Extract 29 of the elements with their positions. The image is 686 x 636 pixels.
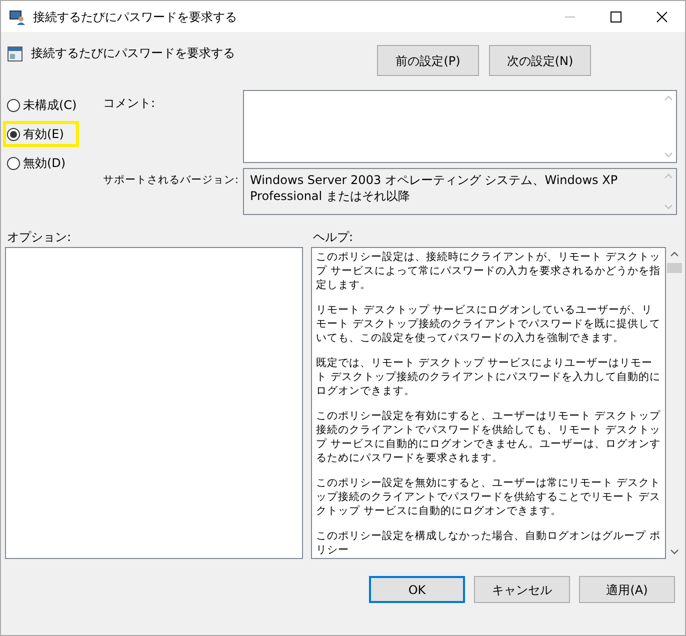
window-title: 接続するたびにパスワードを要求する [33,8,237,26]
help-paragraph: このポリシー設定を有効にすると、ユーザーはリモート デスクトップ接続のクライアントでパスワードを供給しても、リモート デスクトップ サービスに自動的にログオンできません。ユーザーは、ログオンするためにパスワードを要求されます。 [316,409,661,465]
radio-label[interactable]: 有効(E) [23,125,64,143]
policy-title: 接続するたびにパスワードを要求する [31,45,235,62]
supported-version-text: Windows Server 2003 オペレーティング システム、Windows XP Professional またはそれ以降 [249,172,619,205]
help-paragraph: リモート デスクトップ サービスにログオンしているユーザーが、リモート デスクトップ接続のクライアントでパスワードを既に提供していても、この設定を使ってパスワードの入力を強制できます。 [316,303,661,345]
policy-icon [7,46,23,62]
radio-button[interactable] [7,128,20,140]
radio-button[interactable] [7,98,20,112]
scroll-down-icon[interactable] [670,549,679,555]
nav-button[interactable]: 次の設定(N) [489,45,591,76]
dialog-button[interactable]: キャンセル [474,576,570,603]
comment-label: コメント: [103,95,156,112]
radio-label[interactable]: 未構成(C) [23,96,77,114]
options-label: オプション: [7,229,72,246]
radio-button[interactable] [7,156,20,170]
radio-label[interactable]: 無効(D) [23,154,66,172]
help-paragraph: このポリシー設定は、接続時にクライアントが、リモート デスクトップ サービスによって常にパスワードの入力を要求されるかどうかを指定します。 [316,250,661,292]
help-paragraph: このポリシー設定を構成しなかった場合、自動ログオンはグループ ポリシー [316,529,661,557]
scroll-thumb[interactable] [667,263,682,273]
nav-button[interactable]: 前の設定(P) [377,45,479,76]
help-label: ヘルプ: [313,229,354,246]
computer-user-icon [9,8,25,24]
supported-label: サポートされるバージョン: [103,173,239,188]
help-paragraph: 既定では、リモート デスクトップ サービスによりユーザーはリモート デスクトップ接続のクライアントにパスワードを入力して自動的にログオンできます。 [316,356,661,398]
dialog-button[interactable]: 適用(A) [579,576,675,603]
scroll-up-icon[interactable] [670,251,679,257]
help-paragraph: このポリシー設定を無効にすると、ユーザーは常にリモート デスクトップ接続のクライアントでパスワードを供給することでリモート デスクトップ サービスに自動的にログオンできます。 [316,476,661,518]
dialog-button[interactable]: OK [369,576,465,603]
